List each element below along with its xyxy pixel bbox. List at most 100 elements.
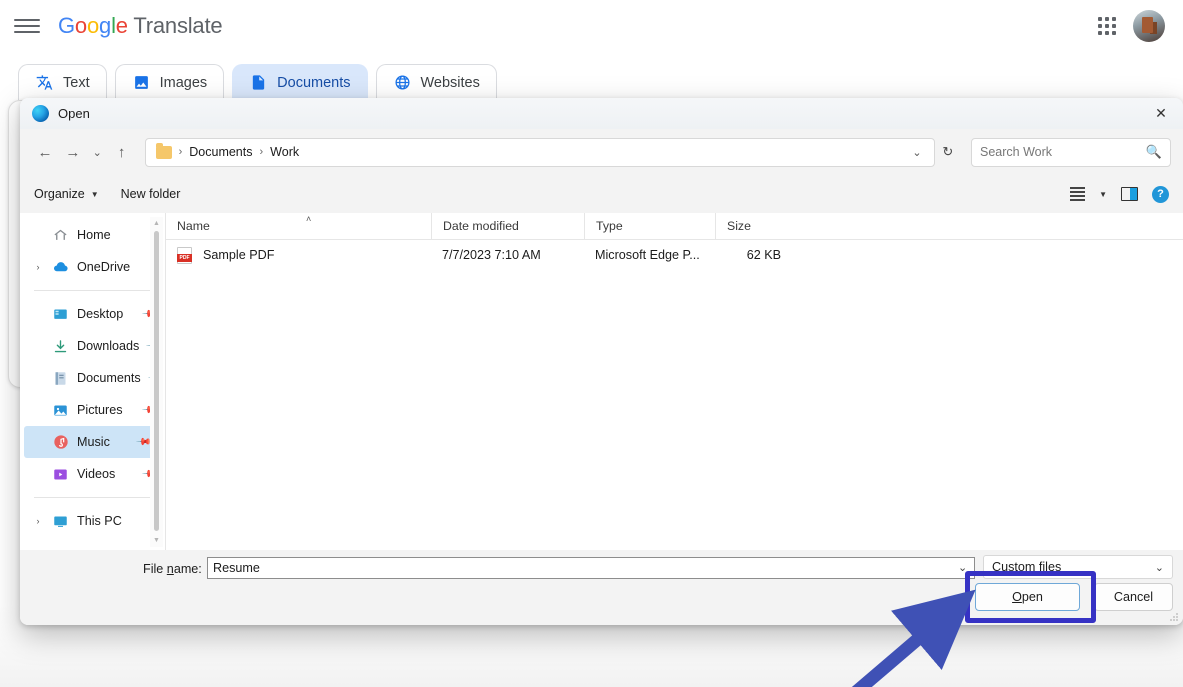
column-header-size[interactable]: Size (715, 212, 792, 240)
file-name-label-post: ame: (173, 562, 202, 576)
sidebar-item-videos[interactable]: Videos 📌 (20, 458, 165, 490)
column-label: Name (177, 219, 210, 233)
sidebar-item-onedrive[interactable]: › OneDrive (20, 251, 165, 283)
scroll-up-icon[interactable]: ▲ (150, 217, 163, 230)
file-row-sample-pdf[interactable]: Sample PDF 7/7/2023 7:10 AM Microsoft Ed… (166, 240, 1183, 270)
file-type-filter-select[interactable]: Custom files ⌄ (983, 555, 1173, 579)
sidebar-item-music[interactable]: Music 📌 (24, 426, 159, 458)
dialog-title: Open (58, 106, 90, 121)
thispc-icon (52, 513, 69, 530)
sidebar-item-desktop[interactable]: Desktop 📌 (20, 298, 165, 330)
file-date-modified: 7/7/2023 7:10 AM (442, 248, 541, 262)
product-name: Translate (127, 12, 223, 38)
tab-documents[interactable]: Documents (232, 64, 368, 100)
brand-logo: Google Translate (58, 12, 223, 39)
file-name-label-accesskey: n (166, 562, 174, 576)
sidebar-label: Desktop (77, 307, 124, 321)
search-box[interactable]: 🔍 (971, 137, 1172, 167)
breadcrumb-separator: › (259, 146, 264, 158)
file-name-label: File name: (143, 562, 202, 576)
downloads-icon (52, 338, 69, 355)
hamburger-menu-icon[interactable] (14, 13, 40, 39)
sidebar-divider (34, 290, 155, 291)
forward-button[interactable]: → (60, 137, 86, 167)
new-folder-button[interactable]: New folder (121, 187, 181, 201)
open-label-rest: pen (1021, 590, 1043, 604)
file-type-filter-value: Custom files (992, 560, 1062, 574)
preview-pane-icon[interactable] (1121, 187, 1138, 201)
sidebar-item-this-pc[interactable]: › This PC (20, 505, 165, 537)
header-actions (1095, 9, 1165, 42)
avatar[interactable] (1133, 9, 1165, 42)
sidebar-divider (34, 497, 155, 498)
up-one-level-button[interactable]: ↑ (109, 137, 135, 167)
tab-images[interactable]: Images (114, 64, 225, 100)
file-name-chevron-down-icon[interactable]: ⌄ (958, 561, 967, 574)
documents-icon (52, 370, 69, 387)
apps-grid-icon[interactable] (1095, 14, 1119, 38)
sort-ascending-icon: ˄ (306, 213, 312, 224)
column-header-name[interactable]: Name ˄ (166, 213, 431, 240)
logo-letter: e (115, 12, 128, 38)
translate-tab-bar: Text Images Documents Websites (0, 52, 1183, 100)
close-icon[interactable]: ✕ (1139, 98, 1183, 129)
refresh-icon[interactable]: ↻ (937, 138, 959, 167)
expander-chevron-right-icon[interactable]: › (32, 262, 44, 272)
translate-icon (35, 73, 54, 92)
view-options-icon[interactable] (1070, 187, 1086, 201)
file-list-column-headers: Name ˄ Date modified Type Size (166, 212, 1183, 240)
tab-label: Documents (277, 74, 351, 91)
back-button[interactable]: ← (32, 137, 58, 167)
column-label: Type (596, 219, 623, 233)
breadcrumb-work[interactable]: Work (270, 145, 299, 159)
search-input[interactable] (980, 145, 1142, 159)
scrollbar-thumb[interactable] (154, 231, 159, 531)
address-chevron-down-icon[interactable]: ⌄ (912, 146, 927, 159)
help-icon[interactable]: ? (1152, 185, 1169, 203)
organize-button[interactable]: Organize ▼ (34, 187, 99, 201)
address-bar[interactable]: › Documents › Work ⌄ (144, 137, 935, 167)
tab-websites[interactable]: Websites (375, 64, 497, 100)
logo-letter: G (58, 12, 75, 38)
tab-text[interactable]: Text (18, 64, 107, 100)
column-header-date-modified[interactable]: Date modified (431, 212, 584, 240)
dialog-navigation-bar: ← → ⌄ ↑ › Documents › Work ⌄ ↻ 🔍 (20, 129, 1183, 175)
dialog-titlebar: Open ✕ (20, 98, 1183, 129)
command-bar-right: ▼ ? (1070, 185, 1169, 203)
resize-grip[interactable] (1169, 612, 1179, 622)
file-type: Microsoft Edge P... (595, 248, 700, 262)
view-chevron-down-icon[interactable]: ▼ (1099, 190, 1107, 199)
home-icon (52, 227, 69, 244)
sidebar-label: Documents (77, 371, 141, 385)
edge-icon (32, 105, 49, 122)
recent-locations-chevron-down-icon[interactable]: ⌄ (88, 137, 107, 167)
column-label: Size (727, 219, 751, 233)
expander-chevron-right-icon[interactable]: › (32, 516, 44, 526)
tab-label: Websites (420, 74, 480, 91)
sidebar-label: Music (77, 435, 110, 449)
sidebar-item-documents[interactable]: Documents 📌 (20, 362, 165, 394)
file-list-pane: Name ˄ Date modified Type Size Samp (165, 212, 1183, 550)
sidebar-item-home[interactable]: Home (20, 219, 165, 251)
breadcrumb-documents[interactable]: Documents (189, 145, 252, 159)
file-size: 62 KB (746, 248, 781, 262)
sidebar-label: Downloads (77, 339, 140, 353)
open-button[interactable]: Open (975, 583, 1080, 611)
pin-icon[interactable]: 📌 (134, 434, 151, 451)
image-icon (132, 73, 151, 92)
search-icon[interactable]: 🔍 (1146, 144, 1162, 160)
scroll-down-icon[interactable]: ▼ (150, 534, 163, 547)
tab-label: Text (63, 74, 90, 91)
sidebar-item-downloads[interactable]: Downloads 📌 (20, 330, 165, 362)
sidebar-scrollbar[interactable]: ▲ ▼ (150, 217, 163, 547)
file-name-input[interactable] (207, 557, 975, 579)
cancel-button[interactable]: Cancel (1094, 583, 1173, 611)
sidebar-label: Pictures (77, 403, 123, 417)
chevron-down-icon: ▼ (90, 189, 99, 199)
globe-icon (393, 73, 412, 92)
open-button-label: Open (1012, 590, 1043, 604)
chevron-down-icon: ⌄ (1154, 561, 1164, 574)
navigation-pane: Home › OneDrive Desktop 📌 Downloads Docu… (20, 213, 165, 550)
sidebar-item-pictures[interactable]: Pictures 📌 (20, 394, 165, 426)
column-header-type[interactable]: Type (584, 212, 715, 240)
